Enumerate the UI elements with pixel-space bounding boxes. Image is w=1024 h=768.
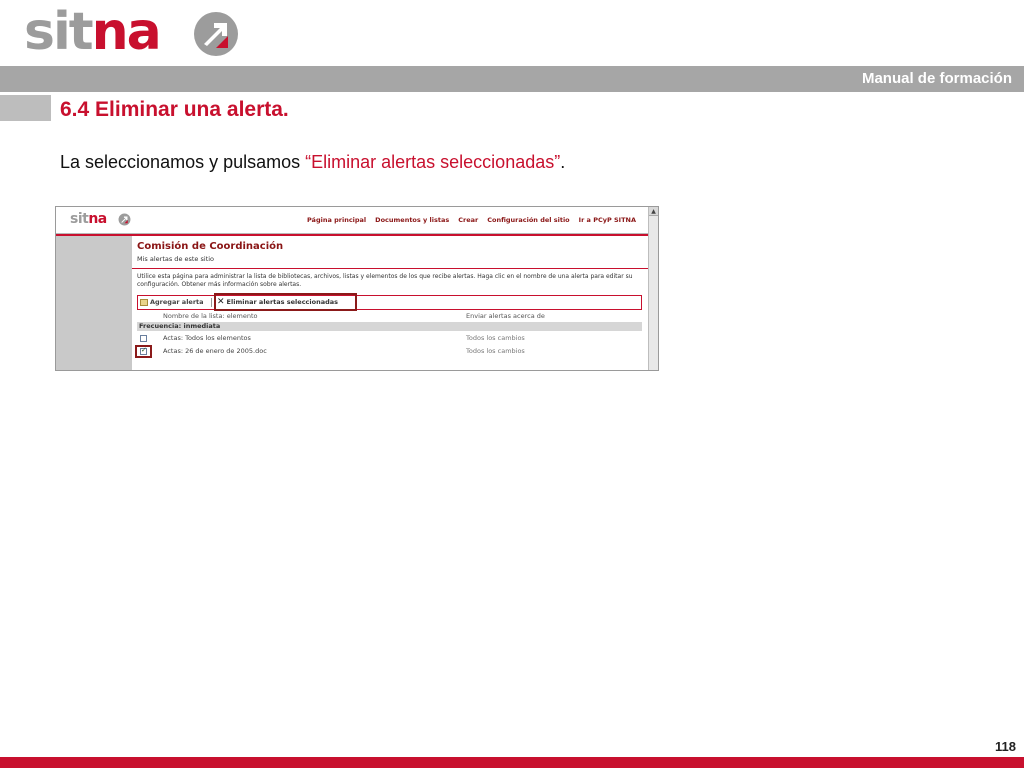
nav-site-settings[interactable]: Configuración del sitio — [487, 216, 569, 224]
title-tab — [0, 95, 51, 121]
group-label: Frecuencia: inmediata — [139, 322, 221, 330]
page-number: 118 — [995, 739, 1016, 754]
top-navigation: Página principal Documentos y listas Cre… — [307, 216, 636, 224]
checkbox-highlight — [135, 345, 152, 358]
vertical-scrollbar[interactable]: ▲ — [648, 207, 658, 370]
site-subtitle: Mis alertas de este sitio — [137, 255, 215, 263]
group-header: Frecuencia: inmediata — [137, 322, 642, 331]
instruction-highlight: “Eliminar alertas seleccionadas” — [305, 152, 561, 172]
header-band: Manual de formación — [0, 66, 1024, 92]
nav-home[interactable]: Página principal — [307, 216, 366, 224]
site-title: Comisión de Coordinación — [137, 241, 284, 252]
site-logo-arrows-icon — [118, 213, 131, 226]
alert-row: Actas: Todos los elementos Todos los cam… — [137, 333, 642, 345]
nav-create[interactable]: Crear — [458, 216, 478, 224]
header-divider — [56, 234, 648, 236]
nav-pcyp[interactable]: Ir a PCyP SITNA — [579, 216, 636, 224]
alert-checkbox[interactable] — [140, 335, 147, 342]
add-alert-label: Agregar alerta — [150, 298, 204, 306]
toolbar-separator — [211, 298, 212, 307]
column-headers: Nombre de la lista: elemento Enviar aler… — [137, 311, 642, 321]
logo-wordmark: sitna — [24, 2, 162, 62]
alert-name[interactable]: Actas: 26 de enero de 2005.doc — [163, 347, 267, 355]
title-divider — [132, 268, 648, 269]
sitna-logo: sitna — [24, 2, 244, 62]
add-alert-icon — [140, 298, 148, 306]
instruction-after: . — [560, 152, 566, 172]
alert-send: Todos los cambios — [466, 347, 525, 355]
page-description: Utilice esta página para administrar la … — [137, 273, 633, 288]
delete-button-highlight — [214, 293, 357, 311]
slide-title: 6.4 Eliminar una alerta. — [60, 98, 289, 121]
instruction-before: La seleccionamos y pulsamos — [60, 152, 306, 172]
alert-name[interactable]: Actas: Todos los elementos — [163, 334, 251, 342]
column-header-name[interactable]: Nombre de la lista: elemento — [163, 312, 258, 320]
left-sidebar — [56, 236, 132, 370]
column-header-send[interactable]: Enviar alertas acerca de — [466, 312, 545, 320]
manual-label: Manual de formación — [861, 70, 1012, 87]
alert-row: Actas: 26 de enero de 2005.doc Todos los… — [137, 346, 642, 358]
nav-documents[interactable]: Documentos y listas — [375, 216, 449, 224]
add-alert-button[interactable]: Agregar alerta — [140, 298, 204, 306]
scroll-up-icon[interactable]: ▲ — [649, 207, 658, 216]
footer-band — [0, 757, 1024, 768]
site-header: sitna Página principal Documentos y list… — [56, 207, 648, 234]
instruction-text: La seleccionamos y pulsamos “Eliminar al… — [60, 150, 565, 174]
site-logo[interactable]: sitna — [70, 211, 107, 227]
alert-send: Todos los cambios — [466, 334, 525, 342]
alerts-toolbar: Agregar alerta ✕ Eliminar alertas selecc… — [137, 295, 642, 310]
embedded-screenshot: sitna Página principal Documentos y list… — [55, 206, 659, 371]
logo-arrows-icon — [194, 12, 238, 56]
